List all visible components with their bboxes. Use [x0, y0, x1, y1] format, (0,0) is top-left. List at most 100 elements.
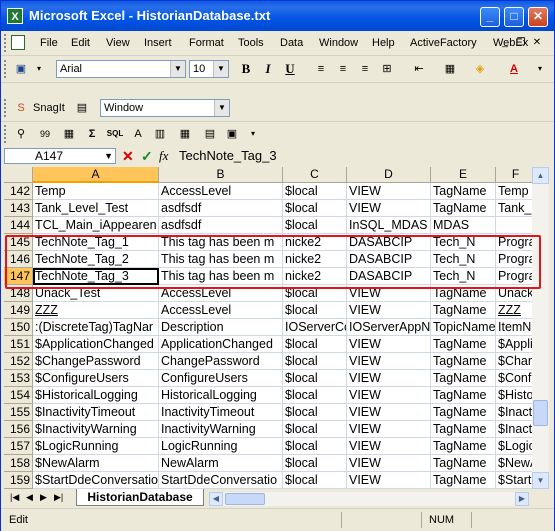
table-cell[interactable]: TagName [431, 336, 496, 353]
table-cell[interactable]: $Chang [496, 353, 532, 370]
table-cell[interactable]: $StartDdeConversatio [33, 472, 159, 489]
table-cell[interactable]: TagName [431, 438, 496, 455]
table-icon[interactable]: ▤ [201, 125, 219, 143]
chevron-down-icon[interactable]: ▼ [213, 61, 228, 77]
table-cell[interactable]: InSQL_MDAS [347, 217, 431, 234]
table-cell[interactable]: ConfigureUsers [159, 370, 283, 387]
table-cell[interactable]: VIEW [347, 353, 431, 370]
table-cell[interactable]: ItemNa [496, 319, 532, 336]
table-cell[interactable]: $InactivityWarning [33, 421, 159, 438]
table-cell[interactable]: Temp [33, 183, 159, 200]
table-cell[interactable]: $local [283, 353, 347, 370]
menu-format[interactable]: Format [189, 37, 224, 49]
table-cell[interactable]: $InactivityTimeout [33, 404, 159, 421]
table-cell[interactable]: ZZZ [496, 302, 532, 319]
sql-icon[interactable]: SQL [106, 125, 124, 143]
column-header[interactable]: B [159, 167, 283, 183]
table-cell[interactable]: $Histo [496, 387, 532, 404]
table-cell[interactable]: $ApplicationChanged [33, 336, 159, 353]
table-cell[interactable]: Description [159, 319, 283, 336]
table-cell[interactable]: HistoricalLogging [159, 387, 283, 404]
table-cell[interactable]: IOServerCo [283, 319, 347, 336]
borders-icon[interactable]: ▦ [441, 60, 459, 78]
horizontal-scrollbar[interactable]: ◀ ▶ [209, 492, 529, 506]
column-header[interactable]: E [431, 167, 496, 183]
table-cell[interactable]: TopicName [431, 319, 496, 336]
scroll-up-icon[interactable]: ▲ [532, 167, 549, 184]
table-cell[interactable]: VIEW [347, 472, 431, 489]
table-cell[interactable]: NewAlarm [159, 455, 283, 472]
maximize-button[interactable]: □ [504, 7, 524, 27]
row-header[interactable]: 149 [4, 302, 33, 319]
column-header[interactable]: C [283, 167, 347, 183]
row-header[interactable]: 154 [4, 387, 33, 404]
menu-tools[interactable]: Tools [238, 37, 264, 49]
toolbar-options-icon[interactable]: ▾ [531, 60, 549, 78]
bold-button[interactable]: B [237, 60, 255, 78]
table-cell[interactable]: $Inacti [496, 421, 532, 438]
table-cell[interactable]: $local [283, 302, 347, 319]
menu-window[interactable]: Window [319, 37, 358, 49]
chevron-down-icon[interactable]: ▼ [214, 100, 229, 116]
merge-center-icon[interactable]: ⊞ [378, 60, 396, 78]
table-cell[interactable]: VIEW [347, 336, 431, 353]
table-cell[interactable]: TagName [431, 421, 496, 438]
pivot-icon[interactable]: ▦ [176, 125, 194, 143]
table-cell[interactable]: LogicRunning [159, 438, 283, 455]
save-dropdown-icon[interactable]: ▾ [30, 60, 48, 78]
menu-grip-handle[interactable] [4, 34, 9, 52]
underline-button[interactable]: U [281, 60, 299, 78]
row-header[interactable]: 155 [4, 404, 33, 421]
menu-file[interactable]: File [40, 37, 58, 49]
menu-edit[interactable]: Edit [71, 37, 90, 49]
close-button[interactable]: ✕ [528, 7, 548, 27]
italic-button[interactable]: I [259, 60, 277, 78]
text-style-icon[interactable]: A [129, 125, 147, 143]
table-cell[interactable]: Temp [496, 183, 532, 200]
confirm-edit-icon[interactable]: ✓ [141, 147, 153, 165]
table-cell[interactable]: VIEW [347, 421, 431, 438]
table-cell[interactable]: ApplicationChanged [159, 336, 283, 353]
first-sheet-icon[interactable]: |◀ [10, 492, 19, 503]
table-cell[interactable]: StartDdeConversatio [159, 472, 283, 489]
table-cell[interactable]: $Logic [496, 438, 532, 455]
scroll-down-icon[interactable]: ▼ [532, 472, 549, 489]
table-cell[interactable]: Tank_Level_Test [33, 200, 159, 217]
snagit-icon[interactable]: S [12, 99, 30, 117]
scroll-right-icon[interactable]: ▶ [515, 492, 529, 506]
align-center-icon[interactable]: ≡ [334, 60, 352, 78]
menu-data[interactable]: Data [280, 37, 303, 49]
font-color-icon[interactable]: A [505, 60, 523, 78]
row-header[interactable]: 143 [4, 200, 33, 217]
toolbar-grip-handle[interactable] [4, 99, 9, 117]
table-cell[interactable]: $local [283, 438, 347, 455]
next-sheet-icon[interactable]: ▶ [40, 492, 47, 503]
row-header[interactable]: 159 [4, 472, 33, 489]
table-cell[interactable]: ChangePassword [159, 353, 283, 370]
table-cell[interactable]: $local [283, 336, 347, 353]
table-cell[interactable]: TagName [431, 404, 496, 421]
table-cell[interactable]: VIEW [347, 302, 431, 319]
insert-function-button[interactable]: fx [159, 147, 168, 165]
last-sheet-icon[interactable]: ▶| [54, 492, 63, 503]
row-header[interactable]: 158 [4, 455, 33, 472]
row-header[interactable]: 157 [4, 438, 33, 455]
title-bar[interactable]: X Microsoft Excel - HistorianDatabase.tx… [1, 1, 554, 31]
workbook-icon[interactable] [11, 35, 25, 50]
table-cell[interactable]: $local [283, 421, 347, 438]
table-cell[interactable]: $HistoricalLogging [33, 387, 159, 404]
row-header[interactable]: 156 [4, 421, 33, 438]
decrease-indent-icon[interactable]: ⇤ [410, 60, 428, 78]
row-header[interactable]: 151 [4, 336, 33, 353]
table-cell[interactable]: VIEW [347, 200, 431, 217]
doc-minimize-icon[interactable]: _ [498, 36, 512, 50]
table-cell[interactable]: TCL_Main_iAppearen [33, 217, 159, 234]
table-cell[interactable]: TagName [431, 302, 496, 319]
menu-help[interactable]: Help [372, 37, 395, 49]
table-cell[interactable]: $local [283, 183, 347, 200]
table-cell[interactable]: TagName [431, 387, 496, 404]
table-cell[interactable]: $ConfigureUsers [33, 370, 159, 387]
snagit-label[interactable]: SnagIt [33, 102, 65, 114]
table-cell[interactable]: $local [283, 455, 347, 472]
table-cell[interactable]: $StartI [496, 472, 532, 489]
